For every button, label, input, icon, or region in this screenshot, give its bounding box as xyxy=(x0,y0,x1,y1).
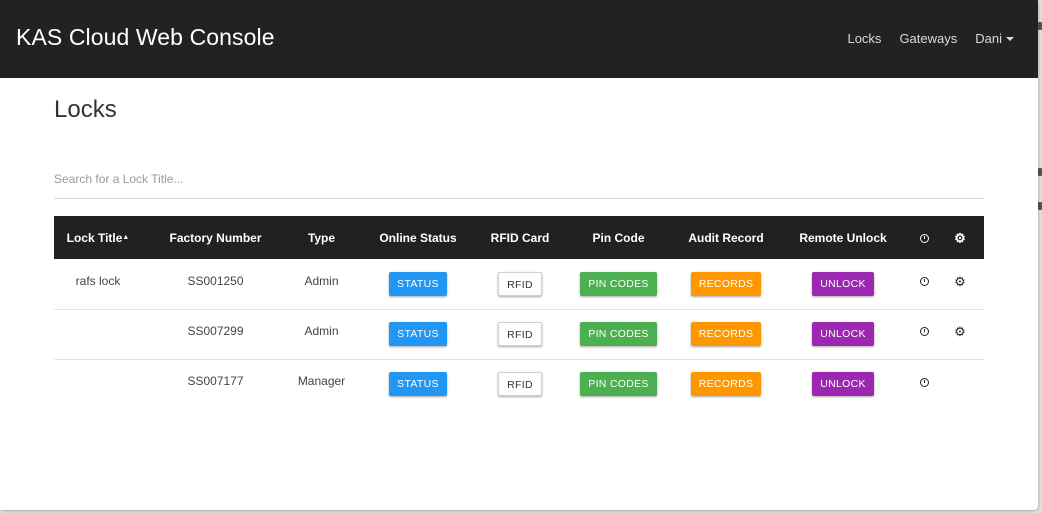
user-menu[interactable]: Dani xyxy=(975,31,1014,46)
type-text: Admin xyxy=(304,273,339,288)
table-header-row: Lock Title▲ Factory Number Type Online S… xyxy=(54,216,984,259)
cell-audit-record: RECORDS xyxy=(679,309,773,359)
table-row: rafs lock SS001250 Admin STATUS RFID PIN… xyxy=(54,259,984,309)
status-button[interactable]: STATUS xyxy=(389,322,447,346)
cell-type: Manager xyxy=(289,359,354,409)
records-button[interactable]: RECORDS xyxy=(690,322,762,346)
cell-rfid: RFID xyxy=(482,259,558,309)
cell-rfid: RFID xyxy=(482,309,558,359)
cell-remote-unlock: UNLOCK xyxy=(773,309,913,359)
status-button[interactable]: STATUS xyxy=(389,271,447,296)
clock-icon[interactable] xyxy=(920,277,929,287)
clock-icon xyxy=(920,233,929,243)
pin-codes-button[interactable]: PIN CODES xyxy=(580,372,657,397)
unlock-button[interactable]: UNLOCK xyxy=(812,322,874,346)
cell-history xyxy=(913,359,936,409)
cell-online-status: STATUS xyxy=(354,359,482,409)
type-text: Manager xyxy=(297,374,346,389)
cell-factory-number: SS007299 xyxy=(142,309,289,359)
header-rfid-card[interactable]: RFID Card xyxy=(482,216,558,259)
unlock-button[interactable]: UNLOCK xyxy=(812,271,874,296)
gear-icon[interactable]: ⚙ xyxy=(954,274,966,289)
cell-type: Admin xyxy=(289,259,354,309)
cell-factory-number: SS007177 xyxy=(142,359,289,409)
nav-links: Locks Gateways Dani xyxy=(829,31,1014,46)
cell-settings: ⚙ xyxy=(936,309,984,359)
background-fragment xyxy=(1038,202,1042,210)
factory-number-text: SS001250 xyxy=(187,273,244,288)
cell-pin-code: PIN CODES xyxy=(558,309,679,359)
cell-rfid: RFID xyxy=(482,359,558,409)
records-button[interactable]: RECORDS xyxy=(690,372,762,397)
locks-table: Lock Title▲ Factory Number Type Online S… xyxy=(54,216,984,409)
clock-icon[interactable] xyxy=(920,327,929,337)
type-text: Admin xyxy=(304,324,339,338)
factory-number-text: SS007299 xyxy=(187,324,244,338)
unlock-button[interactable]: UNLOCK xyxy=(812,372,874,397)
header-type[interactable]: Type xyxy=(289,216,354,259)
cell-history xyxy=(913,259,936,309)
cell-lock-title xyxy=(54,309,142,359)
header-online-status[interactable]: Online Status xyxy=(354,216,482,259)
table-row: SS007299 Admin STATUS RFID PIN CODES REC… xyxy=(54,309,984,359)
cell-factory-number: SS001250 xyxy=(142,259,289,309)
factory-number-text: SS007177 xyxy=(187,374,244,389)
console-window: KAS Cloud Web Console Locks Gateways Dan… xyxy=(0,0,1038,510)
nav-link-locks[interactable]: Locks xyxy=(847,31,881,46)
cell-lock-title xyxy=(54,359,142,409)
cell-audit-record: RECORDS xyxy=(679,359,773,409)
gear-icon[interactable]: ⚙ xyxy=(954,324,966,339)
header-lock-title[interactable]: Lock Title▲ xyxy=(54,216,142,259)
cell-online-status: STATUS xyxy=(354,259,482,309)
cell-pin-code: PIN CODES xyxy=(558,359,679,409)
caret-down-icon xyxy=(1006,37,1014,41)
status-button[interactable]: STATUS xyxy=(389,372,447,397)
cell-remote-unlock: UNLOCK xyxy=(773,259,913,309)
gear-icon: ⚙ xyxy=(954,230,966,246)
cell-type: Admin xyxy=(289,309,354,359)
records-button[interactable]: RECORDS xyxy=(690,271,762,296)
cell-audit-record: RECORDS xyxy=(679,259,773,309)
top-navbar: KAS Cloud Web Console Locks Gateways Dan… xyxy=(0,0,1038,78)
pin-codes-button[interactable]: PIN CODES xyxy=(580,322,657,346)
cell-lock-title: rafs lock xyxy=(54,259,142,309)
rfid-button[interactable]: RFID xyxy=(498,322,542,346)
nav-link-gateways[interactable]: Gateways xyxy=(899,31,957,46)
search-input[interactable] xyxy=(54,160,984,199)
cell-pin-code: PIN CODES xyxy=(558,259,679,309)
rfid-button[interactable]: RFID xyxy=(498,271,542,296)
cell-settings xyxy=(936,359,984,409)
table-row: SS007177 Manager STATUS RFID PIN CODES R… xyxy=(54,359,984,409)
header-history xyxy=(913,216,936,259)
header-audit-record[interactable]: Audit Record xyxy=(679,216,773,259)
background-fragment xyxy=(1038,22,1042,30)
page-title: Locks xyxy=(54,96,117,123)
header-settings: ⚙ xyxy=(936,216,984,259)
background-window-edge xyxy=(1038,0,1042,513)
header-lock-title-label: Lock Title xyxy=(66,230,123,245)
background-fragment xyxy=(1038,168,1042,176)
cell-settings: ⚙ xyxy=(936,259,984,309)
cell-online-status: STATUS xyxy=(354,309,482,359)
header-factory-number[interactable]: Factory Number xyxy=(142,216,289,259)
app-title[interactable]: KAS Cloud Web Console xyxy=(16,24,275,51)
clock-icon[interactable] xyxy=(920,377,929,387)
user-menu-label: Dani xyxy=(975,31,1002,46)
header-remote-unlock[interactable]: Remote Unlock xyxy=(773,216,913,259)
lock-title-text: rafs lock xyxy=(75,273,121,288)
cell-remote-unlock: UNLOCK xyxy=(773,359,913,409)
cell-history xyxy=(913,309,936,359)
pin-codes-button[interactable]: PIN CODES xyxy=(580,271,657,296)
rfid-button[interactable]: RFID xyxy=(498,372,542,397)
header-pin-code[interactable]: Pin Code xyxy=(558,216,679,259)
sort-ascending-icon: ▲ xyxy=(122,233,130,241)
